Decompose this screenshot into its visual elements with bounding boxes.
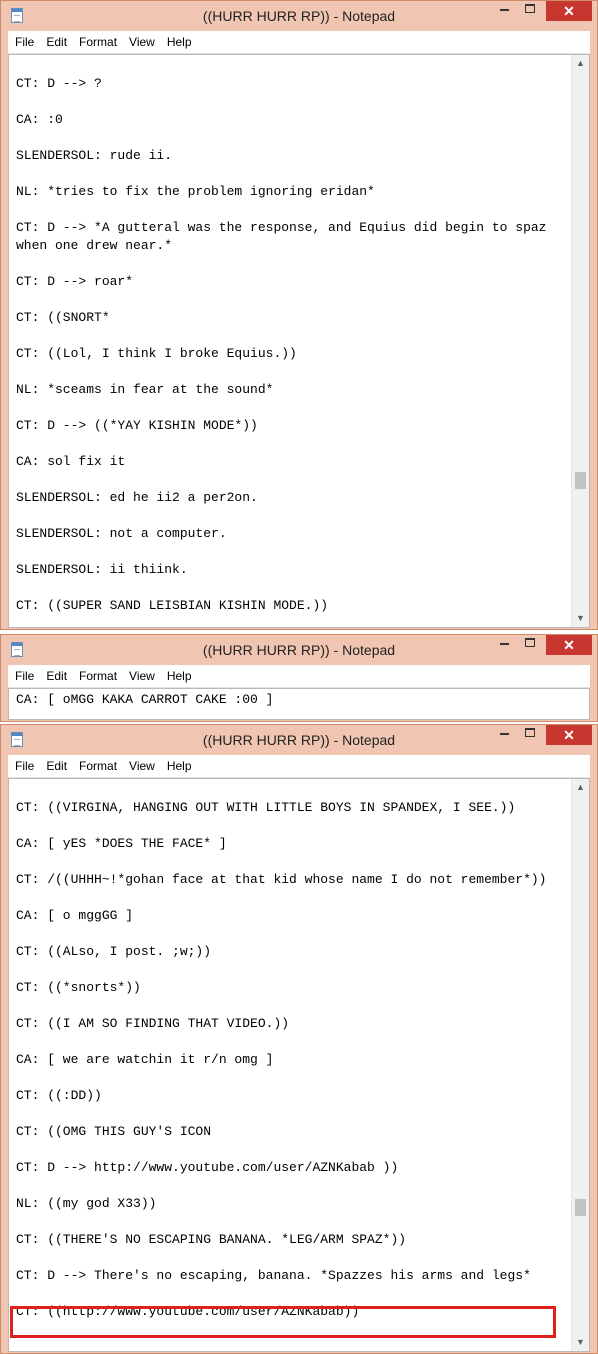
minimize-icon [499,642,509,645]
menu-file[interactable]: File [8,665,40,683]
vertical-scrollbar[interactable]: ▲ ▼ [571,55,589,627]
scroll-up-icon[interactable]: ▲ [572,779,589,796]
text-line: CT: ((SUPER SAND LEISBIAN KISHIN MODE.)) [16,598,329,613]
text-editor[interactable]: CT: D --> ? CA: :0 SLENDERSOL: rude ii. … [8,54,590,628]
menu-bar: File Edit Format View Help [8,755,590,778]
menu-format[interactable]: Format [73,31,123,49]
maximize-button[interactable] [517,725,543,745]
maximize-icon [525,4,535,14]
close-button[interactable]: ✕ [546,635,592,655]
menu-view[interactable]: View [123,665,161,683]
text-area[interactable]: CT: D --> ? CA: :0 SLENDERSOL: rude ii. … [9,55,571,627]
minimize-icon [499,8,509,11]
menu-edit[interactable]: Edit [40,755,73,773]
menu-format[interactable]: Format [73,755,123,773]
minimize-button[interactable] [491,1,517,21]
minimize-button[interactable] [491,725,517,745]
menu-format[interactable]: Format [73,665,123,683]
menu-help[interactable]: Help [161,755,198,773]
title-bar[interactable]: ((HURR HURR RP)) - Notepad ✕ [1,725,597,755]
menu-edit[interactable]: Edit [40,665,73,683]
text-editor[interactable]: CA: [ oMGG KAKA CARROT CAKE :00 ] [8,688,590,720]
text-line: CA: :0 [16,112,63,127]
menu-file[interactable]: File [8,31,40,49]
title-bar[interactable]: ((HURR HURR RP)) - Notepad ✕ [1,1,597,31]
maximize-button[interactable] [517,1,543,21]
text-line-highlighted: CT: D --> There's no escaping, banana. *… [16,1268,531,1283]
text-line: CT: ((I AM SO FINDING THAT VIDEO.)) [16,1016,290,1031]
close-button[interactable]: ✕ [546,725,592,745]
menu-help[interactable]: Help [161,665,198,683]
text-area[interactable]: CA: [ oMGG KAKA CARROT CAKE :00 ] [9,689,589,719]
text-line: SLENDERSOL: ii thiink. [16,562,188,577]
text-line: CA: [ o mggGG ] [16,908,134,923]
text-line: SLENDERSOL: rude ii. [16,148,173,163]
menu-bar: File Edit Format View Help [8,31,590,54]
text-line: NL: *tries to fix the problem ignoring e… [16,184,375,199]
maximize-icon [525,638,535,648]
highlight-box [10,1306,556,1338]
text-line: NL: ((my god X33)) [16,1196,157,1211]
notepad-window-2: ((HURR HURR RP)) - Notepad ✕ File Edit For… [0,634,598,722]
text-line: CT: ((SNORT* [16,310,110,325]
text-line: CT: ((ALso, I post. ;w;)) [16,944,212,959]
text-line: CT: /((UHHH~!*gohan face at that kid who… [16,872,547,887]
menu-view[interactable]: View [123,755,161,773]
text-line: CT: D --> http://www.youtube.com/user/AZ… [16,1160,399,1175]
text-line: CT: ((THERE'S NO ESCAPING BANANA. *LEG/A… [16,1232,407,1247]
text-line: CT: ((Lol, I think I broke Equius.)) [16,346,297,361]
text-area[interactable]: CT: ((VIRGINA, HANGING OUT WITH LITTLE B… [9,779,571,1351]
text-line: CT: ((VIRGINA, HANGING OUT WITH LITTLE B… [16,800,516,815]
menu-edit[interactable]: Edit [40,31,73,49]
minimize-button[interactable] [491,635,517,655]
scroll-thumb[interactable] [575,1199,586,1216]
text-line: CT: ((OMG THIS GUY'S ICON [16,1124,212,1139]
close-button[interactable]: ✕ [546,1,592,21]
scroll-up-icon[interactable]: ▲ [572,55,589,72]
text-line: CT: D --> ? [16,76,102,91]
text-line: CT: ((*snorts*)) [16,980,141,995]
minimize-icon [499,732,509,735]
text-line: CA: [ oMGG KAKA CARROT CAKE :00 ] [16,692,274,707]
text-line: CT: D --> ((*YAY KISHIN MODE*)) [16,418,258,433]
text-line: CA: [ yES *DOES THE FACE* ] [16,836,227,851]
text-line: SLENDERSOL: ed he ii2 a per2on. [16,490,258,505]
vertical-scrollbar[interactable]: ▲ ▼ [571,779,589,1351]
maximize-icon [525,728,535,738]
scroll-down-icon[interactable]: ▼ [572,1334,589,1351]
menu-view[interactable]: View [123,31,161,49]
text-line: CT: ((:DD)) [16,1088,102,1103]
text-editor[interactable]: CT: ((VIRGINA, HANGING OUT WITH LITTLE B… [8,778,590,1352]
menu-file[interactable]: File [8,755,40,773]
text-line: CA: [ we are watchin it r/n omg ] [16,1052,274,1067]
menu-help[interactable]: Help [161,31,198,49]
text-line: CT: D --> roar* [16,274,134,289]
notepad-window-1: ((HURR HURR RP)) - Notepad ✕ File Edit For… [0,0,598,630]
menu-bar: File Edit Format View Help [8,665,590,688]
title-bar[interactable]: ((HURR HURR RP)) - Notepad ✕ [1,635,597,665]
scroll-down-icon[interactable]: ▼ [572,610,589,627]
notepad-window-3: ((HURR HURR RP)) - Notepad ✕ File Edit For… [0,724,598,1354]
scroll-thumb[interactable] [575,472,586,489]
maximize-button[interactable] [517,635,543,655]
text-line: NL: *sceams in fear at the sound* [16,382,274,397]
text-line: SLENDERSOL: not a computer. [16,526,227,541]
text-line: CA: sol fix it [16,454,126,469]
text-line: CT: D --> *A gutteral was the response, … [16,220,547,253]
